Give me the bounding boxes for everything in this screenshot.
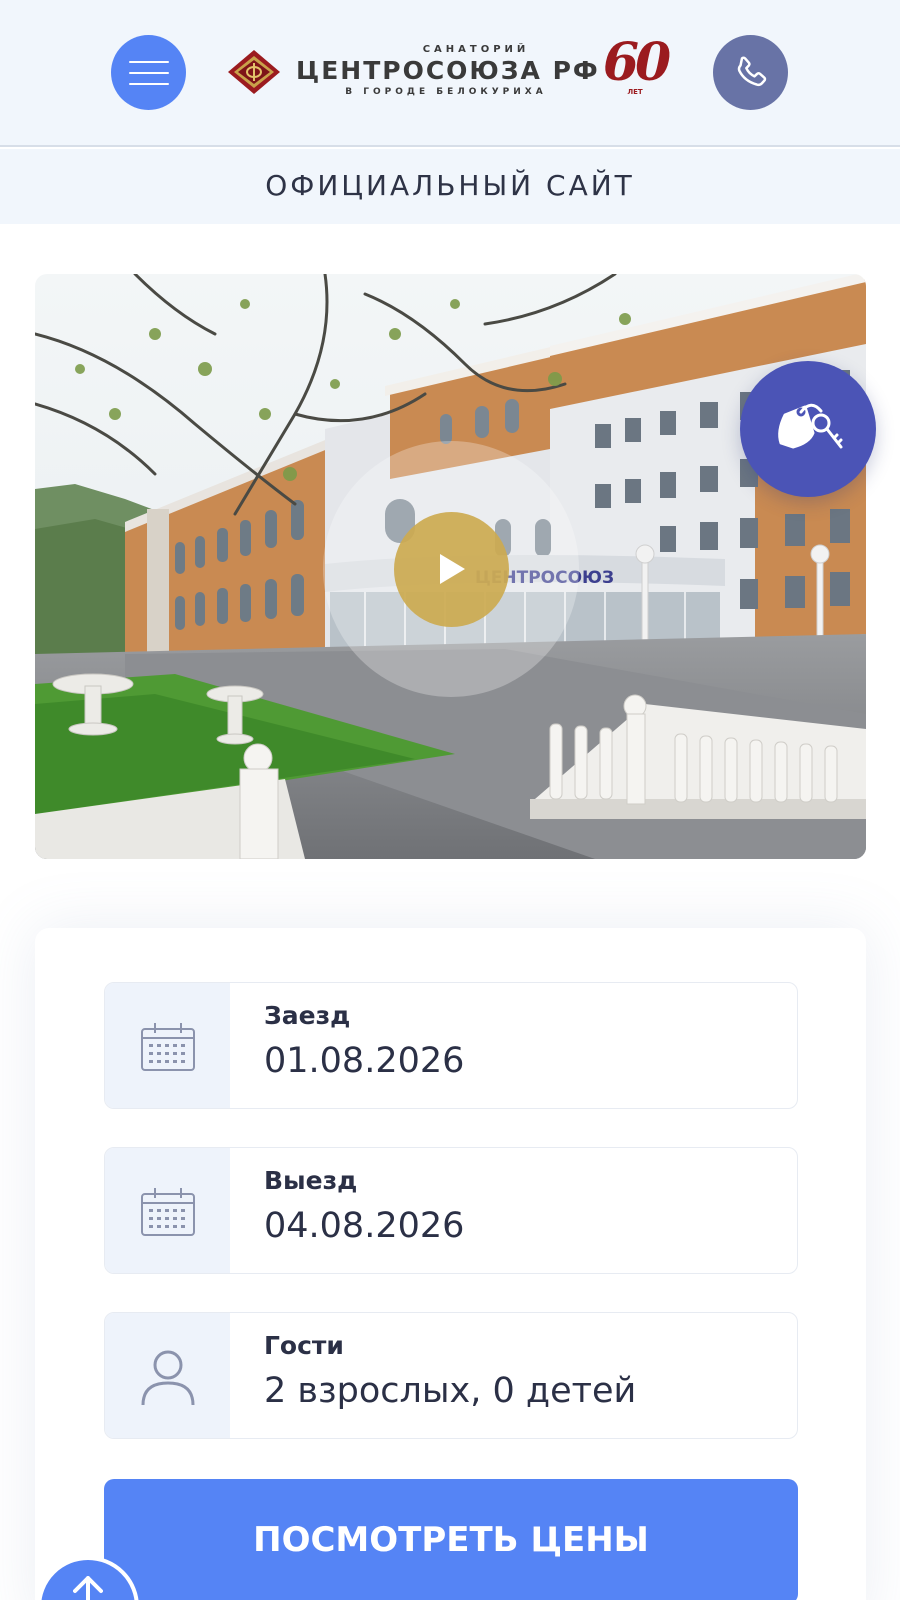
checkin-date-field[interactable]: Заезд 01.08.2026 xyxy=(104,982,798,1109)
checkin-value: 01.08.2026 xyxy=(264,1041,465,1081)
checkout-label: Выезд xyxy=(264,1166,358,1195)
checkin-icon-box xyxy=(105,983,230,1108)
keys-icon xyxy=(778,403,843,449)
hamburger-menu-icon xyxy=(128,60,169,63)
emblem-icon xyxy=(228,50,280,94)
logo-top-line: САНАТОРИЙ xyxy=(422,44,530,55)
guests-label: Гости xyxy=(264,1331,344,1360)
checkout-icon-box xyxy=(105,1148,230,1273)
calendar-icon xyxy=(140,1022,195,1071)
play-video-button[interactable] xyxy=(323,441,579,697)
site-header: САНАТОРИЙ ЦЕНТРОСОЮЗА РФ В ГОРОДЕ БЕЛОКУ… xyxy=(0,0,900,147)
guests-icon-box xyxy=(105,1313,230,1438)
anniversary-badge: 60 ЛЕТ xyxy=(592,32,678,100)
booking-keys-button[interactable] xyxy=(740,361,876,497)
anniversary-number: 60 xyxy=(602,32,671,93)
phone-button[interactable] xyxy=(713,35,788,110)
checkout-value: 04.08.2026 xyxy=(264,1206,465,1246)
hamburger-line xyxy=(128,71,169,74)
guests-field[interactable]: Гости 2 взрослых, 0 детей xyxy=(104,1312,798,1439)
arrow-up-icon xyxy=(73,1576,103,1600)
anniversary-label: ЛЕТ xyxy=(627,88,643,96)
phone-icon xyxy=(737,55,766,86)
checkout-date-field[interactable]: Выезд 04.08.2026 xyxy=(104,1147,798,1274)
site-logo[interactable]: САНАТОРИЙ ЦЕНТРОСОЮЗА РФ В ГОРОДЕ БЕЛОКУ… xyxy=(226,32,686,104)
guests-value: 2 взрослых, 0 детей xyxy=(264,1371,637,1411)
person-icon xyxy=(141,1350,194,1405)
logo-bottom-line: В ГОРОДЕ БЕЛОКУРИХА xyxy=(345,87,547,97)
hamburger-line xyxy=(128,82,169,85)
play-button-inner xyxy=(393,511,509,627)
view-prices-button[interactable]: ПОСМОТРЕТЬ ЦЕНЫ xyxy=(104,1479,798,1600)
play-icon xyxy=(440,554,465,584)
official-site-label: ОФИЦИАЛЬНЫЙ САЙТ xyxy=(0,149,900,224)
logo-main-line: ЦЕНТРОСОЮЗА РФ xyxy=(296,56,600,85)
menu-button[interactable] xyxy=(111,35,186,110)
checkin-label: Заезд xyxy=(264,1001,351,1030)
calendar-icon xyxy=(140,1187,195,1236)
